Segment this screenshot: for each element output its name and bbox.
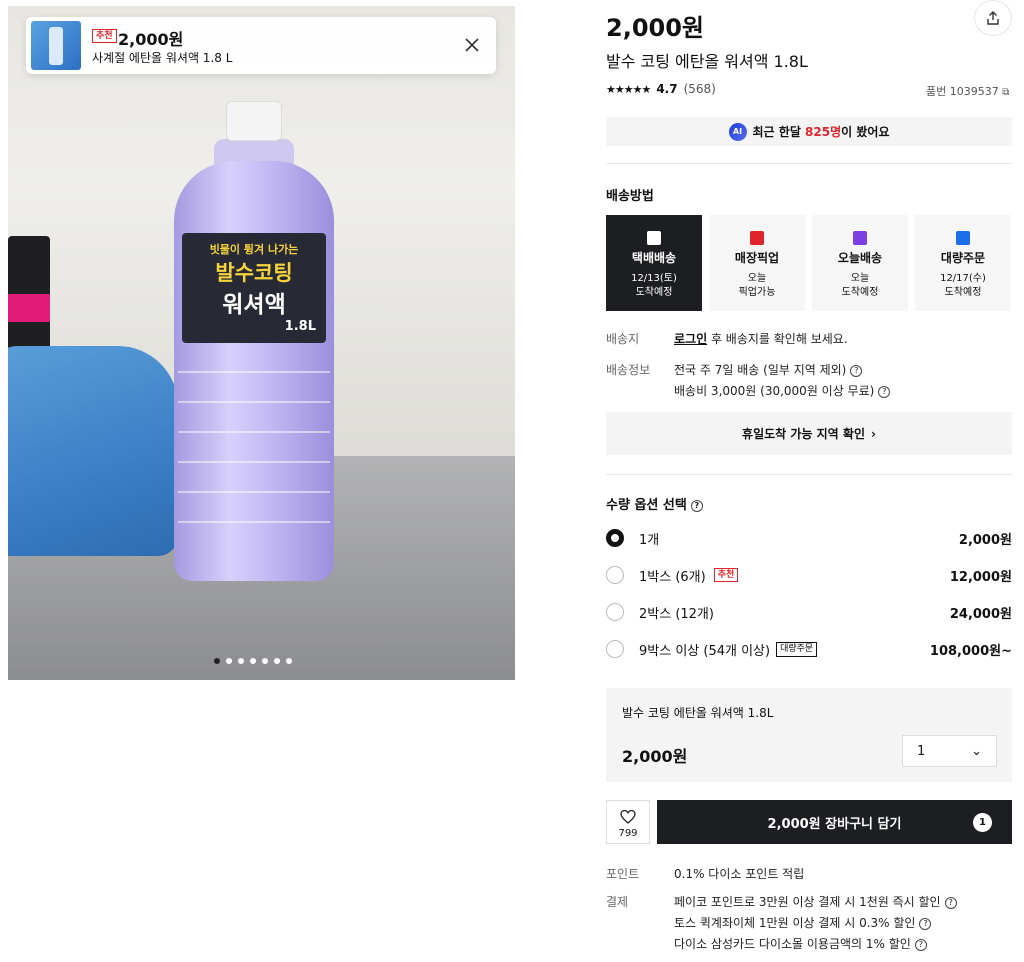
holiday-delivery-button[interactable]: 휴일도착 가능 지역 확인 › — [606, 412, 1012, 455]
runner-icon — [750, 231, 764, 245]
views-suffix: 이 봤어요 — [841, 125, 890, 139]
destination-label: 배송지 — [606, 332, 640, 346]
product-number[interactable]: 품번 1039537 ⧉ — [926, 83, 1009, 99]
close-icon[interactable] — [461, 34, 483, 56]
point-label: 포인트 — [606, 867, 640, 881]
ai-icon: AI — [728, 122, 747, 141]
bottle-label-volume: 1.8L — [284, 319, 316, 334]
product-image[interactable]: 빗물이 튕겨 나가는 발수코팅 워셔액 1.8L — [8, 6, 515, 680]
wishlist-count: 799 — [618, 828, 638, 839]
slide-dot[interactable] — [214, 658, 220, 664]
recommend-price: 2,000원 — [118, 30, 184, 49]
divider — [606, 474, 1012, 475]
quantity-select[interactable]: 1 ⌄ — [902, 735, 997, 767]
destination-value: 로그인 후 배송지를 확인해 보세요. — [674, 332, 848, 346]
heart-icon — [620, 809, 636, 824]
radio[interactable] — [606, 603, 624, 621]
help-icon[interactable]: ? — [850, 364, 863, 377]
views-count: 825명 — [805, 125, 842, 139]
share-icon — [987, 11, 999, 25]
chevron-right-icon: › — [870, 426, 876, 441]
help-icon[interactable]: ? — [690, 499, 703, 512]
login-link[interactable]: 로그인 — [674, 332, 707, 346]
truck-icon — [647, 231, 661, 245]
payment-label: 결제 — [606, 895, 629, 909]
quantity-option-4[interactable]: 9박스 이상 (54개 이상) 대량주문 108,000원~ — [606, 638, 1012, 660]
recommend-card[interactable]: 추천 2,000원 사계절 에탄올 워셔액 1.8 L — [26, 17, 496, 74]
slide-indicator[interactable] — [214, 658, 292, 664]
shipping-title: 배송방법 — [606, 189, 654, 204]
fast-delivery-icon — [853, 231, 867, 245]
shipping-info-label: 배송정보 — [606, 363, 651, 377]
bottle-label-main1: 발수코팅 — [215, 261, 293, 285]
radio[interactable] — [606, 566, 624, 584]
slide-dot[interactable] — [226, 658, 232, 664]
product-title: 발수 코팅 에탄올 워셔액 1.8L — [606, 52, 808, 71]
help-icon[interactable]: ? — [914, 938, 927, 951]
payment-benefit-2: 토스 퀵계좌이체 1만원 이상 결제 시 0.3% 할인? — [674, 914, 932, 931]
slide-dot[interactable] — [262, 658, 268, 664]
point-text: 0.1% 다이소 포인트 적립 — [674, 867, 805, 881]
quantity-option-3[interactable]: 2박스 (12개) 24,000원 — [606, 601, 1012, 623]
help-icon[interactable]: ? — [944, 896, 957, 909]
rating-score: 4.7 — [656, 82, 678, 96]
product-price: 2,000원 — [606, 14, 704, 42]
shipping-info-line2: 배송비 3,000원 (30,000원 이상 무료)? — [674, 382, 891, 399]
selected-name: 발수 코팅 에탄올 워셔액 1.8L — [622, 706, 774, 720]
help-icon[interactable]: ? — [878, 385, 891, 398]
recommend-thumbnail — [31, 21, 81, 70]
views-prefix: 최근 한달 — [752, 125, 806, 139]
recent-views-banner: AI 최근 한달 825명이 봤어요 — [606, 117, 1012, 146]
quantity-options-title: 수량 옵션 선택? — [606, 494, 703, 513]
payment-benefit-1: 페이코 포인트로 3만원 이상 결제 시 1천원 즉시 할인? — [674, 893, 957, 910]
shipping-info-line1: 전국 주 7일 배송 (일부 지역 제외)? — [674, 361, 863, 378]
shipping-option-today[interactable]: 오늘배송 오늘 도착예정 — [812, 215, 908, 311]
share-button[interactable] — [974, 0, 1012, 36]
photo-washer-bottle: 빗물이 튕겨 나가는 발수코팅 워셔액 1.8L — [174, 101, 334, 581]
selected-price: 2,000원 — [622, 747, 688, 766]
recommend-tag: 추천 — [92, 29, 117, 43]
slide-dot[interactable] — [286, 658, 292, 664]
help-icon[interactable]: ? — [919, 917, 932, 930]
shipping-option-pickup[interactable]: 매장픽업 오늘 픽업가능 — [709, 215, 805, 311]
selected-item-box: 발수 코팅 에탄올 워셔액 1.8L 2,000원 1 ⌄ — [606, 688, 1012, 782]
quantity-option-2[interactable]: 1박스 (6개) 추천 12,000원 — [606, 564, 1012, 586]
slide-dot[interactable] — [274, 658, 280, 664]
shipping-option-bulk[interactable]: 대량주문 12/17(수) 도착예정 — [915, 215, 1011, 311]
cart-count-badge: 1 — [973, 813, 992, 832]
slide-dot[interactable] — [238, 658, 244, 664]
payment-benefit-3: 다이소 삼성카드 다이소몰 이용금액의 1% 할인? — [674, 935, 927, 952]
recommend-tag: 추천 — [713, 568, 739, 582]
quantity-option-1[interactable]: 1개 2,000원 — [606, 527, 1012, 549]
rating[interactable]: ★★★★★ 4.7 (568) — [606, 82, 716, 96]
chevron-down-icon: ⌄ — [971, 743, 982, 759]
product-number-text: 품번 1039537 — [926, 85, 999, 98]
wishlist-button[interactable]: 799 — [606, 800, 650, 844]
copy-icon[interactable]: ⧉ — [1002, 87, 1009, 98]
radio-selected[interactable] — [606, 529, 624, 547]
bottle-label-main2: 워셔액 — [222, 292, 286, 318]
bottle-label: 빗물이 튕겨 나가는 발수코팅 워셔액 1.8L — [182, 233, 326, 343]
add-to-cart-button[interactable]: 2,000원 장바구니 담기 1 — [657, 800, 1012, 844]
review-count-link[interactable]: (568) — [684, 82, 716, 96]
radio[interactable] — [606, 640, 624, 658]
recommend-name: 사계절 에탄올 워셔액 1.8 L — [92, 51, 233, 65]
box-icon — [956, 231, 970, 245]
photo-microfiber-cloth — [8, 346, 178, 556]
shipping-option-parcel[interactable]: 택배배송 12/13(토) 도착예정 — [606, 215, 702, 311]
bulk-order-tag: 대량주문 — [776, 641, 818, 657]
divider — [606, 163, 1012, 164]
rating-stars: ★★★★★ — [606, 82, 651, 96]
slide-dot[interactable] — [250, 658, 256, 664]
bottle-label-small: 빗물이 튕겨 나가는 — [209, 243, 299, 256]
